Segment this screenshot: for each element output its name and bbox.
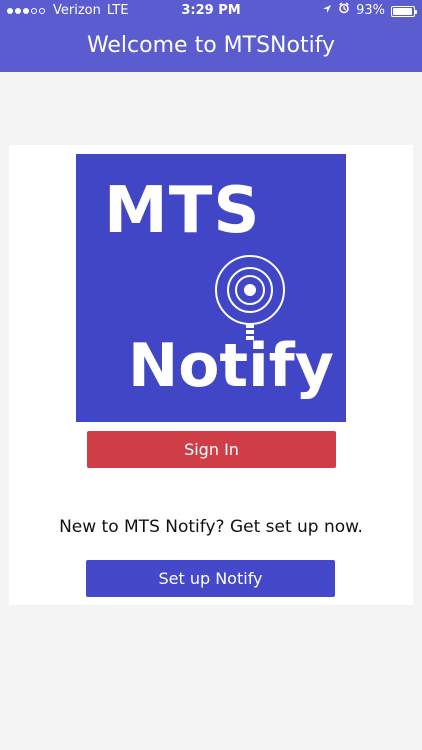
battery-fill (393, 7, 412, 15)
sign-in-button[interactable]: Sign In (87, 431, 336, 468)
welcome-card: MTS Notify Sign In New to MTS Notify? Ge… (9, 145, 413, 605)
page-title: Welcome to MTSNotify (86, 33, 336, 58)
logo-line-notify: Notify (128, 331, 334, 401)
location-arrow-icon (322, 0, 332, 22)
setup-notify-button[interactable]: Set up Notify (86, 560, 335, 597)
status-bar: Verizon LTE 3:29 PM 93% (0, 0, 422, 22)
status-right: 93% (322, 0, 417, 22)
setup-prompt: New to MTS Notify? Get set up now. (59, 517, 363, 537)
battery-icon (391, 5, 417, 17)
app-header-area: Verizon LTE 3:29 PM 93% Welcome to MTSNo… (0, 0, 422, 72)
battery-percent: 93% (356, 3, 385, 18)
mtsnotify-logo: MTS Notify (76, 154, 346, 422)
alarm-clock-icon (338, 0, 350, 22)
